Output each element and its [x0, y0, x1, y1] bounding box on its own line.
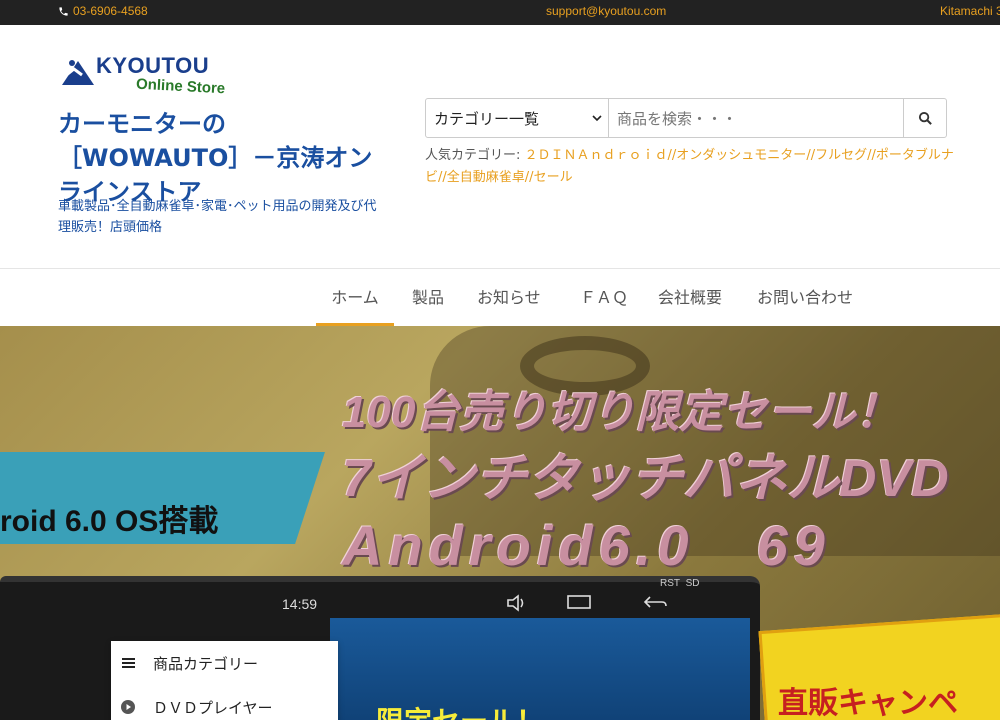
search-button[interactable] [903, 99, 946, 137]
phone-icon [59, 6, 68, 16]
popular-separator: // [867, 148, 876, 163]
main-nav: ホーム 製品 お知らせ ＦＡＱ 会社概要 お問い合わせ [0, 270, 1000, 326]
popular-label: 人気カテゴリー: [425, 148, 525, 163]
search-icon [918, 111, 932, 125]
popular-link[interactable]: 全自動麻雀卓 [447, 170, 525, 185]
screen-icon [567, 595, 591, 609]
nav-item-company[interactable]: 会社概要 [658, 270, 722, 326]
banner-headline-3: Android6.0 69 [342, 514, 831, 577]
play-circle-icon [121, 700, 135, 714]
device-time: 14:59 [282, 596, 318, 612]
top-bar: 03-6906-4568 support@kyoutou.com Kitamac… [0, 0, 1000, 25]
back-arrow-icon [643, 596, 667, 608]
logo-figure-icon [62, 60, 94, 85]
popular-separator: // [438, 170, 447, 185]
category-menu-title: 商品カテゴリー [153, 654, 259, 673]
popular-separator: // [806, 148, 816, 163]
chevron-down-icon [592, 115, 602, 122]
nav-item-news[interactable]: お知らせ [477, 270, 541, 326]
popular-link[interactable]: オンダッシュモニター [676, 148, 806, 163]
topbar-phone[interactable]: 03-6906-4568 [58, 4, 148, 18]
phone-number[interactable]: 03-6906-4568 [73, 4, 148, 18]
logo-subtext: Online Store [135, 75, 226, 98]
topbar-address: Kitamachi 3-1 [940, 4, 1000, 18]
device-statusbar: 14:59 [270, 592, 750, 618]
category-item-label: ＤＶＤプレイヤー [153, 698, 273, 717]
popular-categories: 人気カテゴリー: ２ＤＩＮＡｎｄｒｏｉｄ//オンダッシュモニター//フルセグ//… [425, 145, 955, 189]
logo-text: KYOUTOU [96, 53, 210, 78]
device-promo-text: 限定セール！ [376, 700, 544, 720]
nav-item-products[interactable]: 製品 [412, 270, 444, 326]
search-input[interactable]: 商品を検索・・・ [609, 99, 903, 137]
category-select[interactable]: カテゴリー一覧 [426, 99, 609, 137]
volume-icon [507, 594, 524, 612]
nav-item-home[interactable]: ホーム [316, 270, 394, 326]
popular-link[interactable]: セール [534, 170, 573, 185]
banner-ribbon-text: roid 6.0 OS搭載 [0, 505, 219, 538]
site-logo[interactable]: KYOUTOU Online Store [60, 53, 260, 105]
banner-headline-1: 100台売り切り限定セール！ [342, 388, 900, 437]
popular-separator: // [524, 170, 534, 185]
site-title[interactable]: カーモニターの［WOWAUTO］－京涛オンラインストア [58, 107, 388, 209]
banner-headline-2: 7インチタッチパネルDVD [342, 450, 949, 508]
popular-link[interactable]: ２ＤＩＮＡｎｄｒｏｉｄ [525, 148, 668, 163]
nav-item-contact[interactable]: お問い合わせ [757, 270, 853, 326]
menu-icon [121, 656, 135, 670]
category-menu: 商品カテゴリー ＤＶＤプレイヤー [111, 641, 338, 720]
nav-item-faq[interactable]: ＦＡＱ [580, 270, 628, 326]
popular-separator: // [667, 148, 677, 163]
site-description: 車載製品･全自動麻雀卓･家電･ペット用品の開発及び代理販売！店頭価格 [58, 199, 377, 235]
popular-link[interactable]: フルセグ [815, 148, 867, 163]
device-rst-label: RST SD [660, 578, 700, 589]
category-select-value: カテゴリー一覧 [434, 109, 540, 128]
site-header: KYOUTOU Online Store カーモニターの［WOWAUTO］－京涛… [0, 25, 1000, 269]
topbar-email[interactable]: support@kyoutou.com [546, 4, 666, 18]
search-form: カテゴリー一覧 商品を検索・・・ [425, 98, 947, 138]
campaign-text: 直販キャンペ [778, 687, 958, 720]
category-menu-header[interactable]: 商品カテゴリー [111, 643, 338, 683]
category-item-dvd[interactable]: ＤＶＤプレイヤー [111, 687, 338, 720]
